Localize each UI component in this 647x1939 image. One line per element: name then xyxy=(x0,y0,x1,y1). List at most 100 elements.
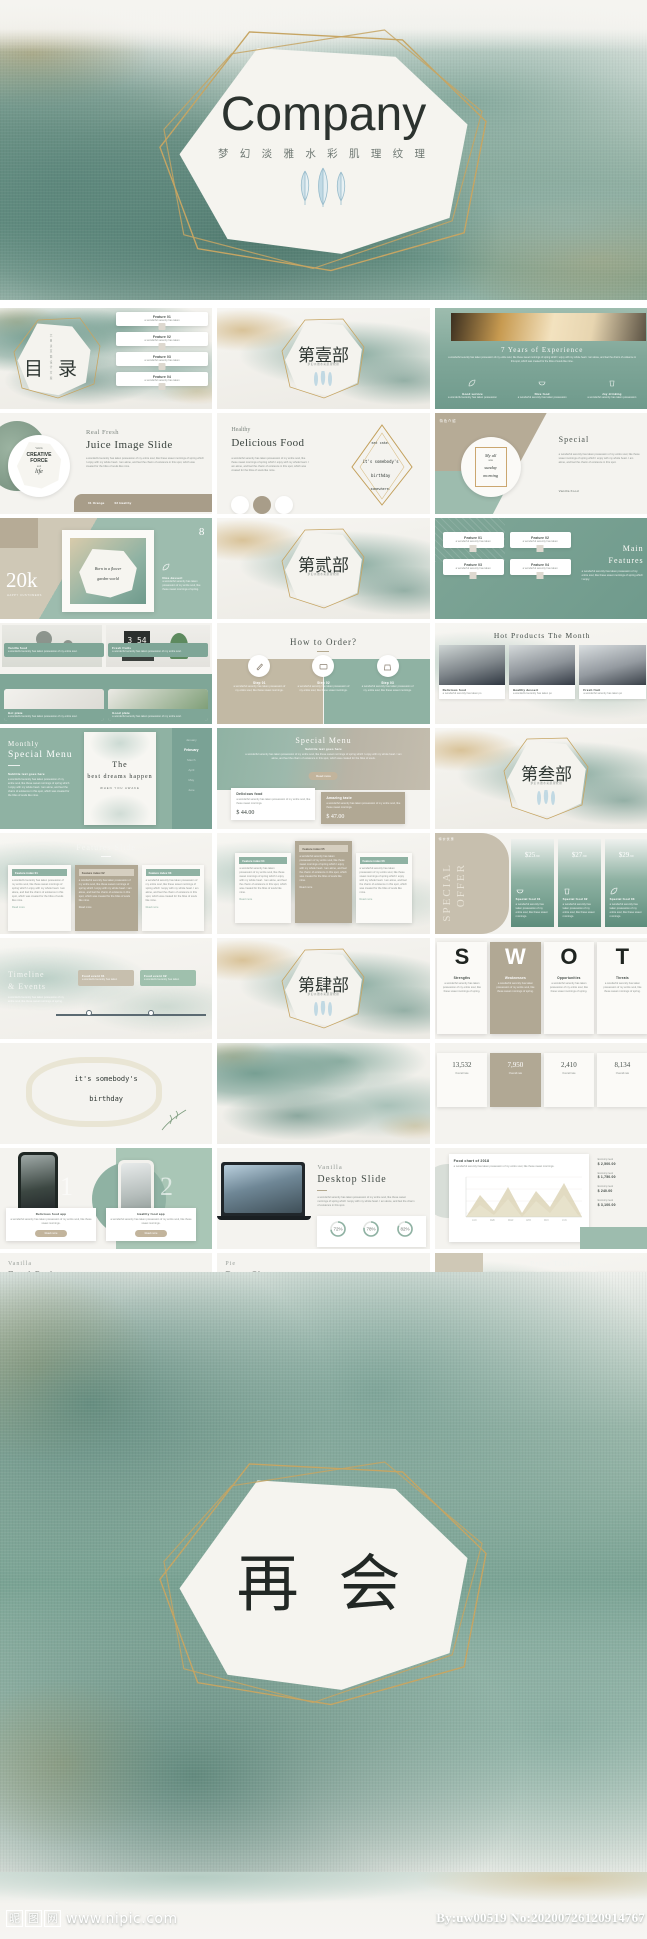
desktop-ring[interactable]: 72% xyxy=(329,1220,347,1243)
experience-item[interactable]: Joy drinking a wonderful serenity has ta… xyxy=(580,374,644,400)
slide-part-three[interactable]: 第叁部 梦幻淡雅水彩肌理纹理 xyxy=(434,728,647,829)
slide-desktop[interactable]: Vanilla Desktop Slide a wonderful sereni… xyxy=(217,1148,430,1249)
slide-gallery[interactable]: 3 54 Vanilla food a wonderful serenity h… xyxy=(0,623,213,724)
offer-card[interactable]: $27.99 Special food 02 a wonderful seren… xyxy=(557,839,601,927)
stat-card[interactable]: 8,134 Overall rate xyxy=(597,1053,647,1107)
contents-feature-item[interactable]: Feature 01 a wonderful serenity has take… xyxy=(116,312,208,331)
slide-part-four[interactable]: 第肆部 梦幻淡雅水彩肌理纹理 xyxy=(217,938,430,1039)
hot-product-card[interactable]: Delicious food a wonderful serenity has … xyxy=(438,645,505,700)
swot-card[interactable]: S Strengths a wonderful serenity has tak… xyxy=(436,942,488,1034)
offer-card[interactable]: $29.99 Special food 03 a wonderful seren… xyxy=(604,839,647,927)
gallery-card[interactable]: Fresh fruits a wonderful serenity has ta… xyxy=(108,643,209,658)
slide-special-menu[interactable]: Special Menu Subtitle text goes here a w… xyxy=(217,728,430,829)
timeline-event[interactable]: Food event 02 a wonderful serenity has t… xyxy=(140,970,196,987)
order-step[interactable]: Step 02 a wonderful serenity has taken p… xyxy=(296,655,350,693)
feature-card-link[interactable]: Read more xyxy=(146,906,201,910)
slide-juice-image[interactable]: Vanilla CREATIVE FORCE and life Real Fre… xyxy=(0,413,213,514)
slide-stats-row[interactable]: 13,532 Overall rate 7,950 Overall rate 2… xyxy=(434,1043,647,1144)
slide-part-one[interactable]: 第壹部 梦幻淡雅水彩肌理纹理 xyxy=(217,308,430,409)
feature-card-link[interactable]: Read more xyxy=(299,886,347,890)
month-item[interactable]: April xyxy=(173,768,209,772)
slide-special-offer[interactable]: 特价优惠 SPECIAL OFFER $25.99 Special food 0… xyxy=(434,833,647,934)
slide-delicious-food[interactable]: Healthy Delicious Food a wonderful seren… xyxy=(217,413,430,514)
timeline-event[interactable]: Food event 01 a wonderful serenity has t… xyxy=(78,970,134,987)
stat-card[interactable]: 7,950 Overall rate xyxy=(490,1053,541,1107)
slide-monthly-menu[interactable]: Monthly Special Menu Subtitle text goes … xyxy=(0,728,213,829)
desktop-ring[interactable]: 82% xyxy=(396,1220,414,1243)
slide-stat-20k[interactable]: Born in a flower garden world 20k HAPPY … xyxy=(0,518,213,619)
experience-item[interactable]: Nice food a wonderful serenity has taken… xyxy=(510,374,574,400)
month-item-active[interactable]: February xyxy=(173,748,209,752)
food-circle[interactable] xyxy=(253,496,272,514)
mobile-card[interactable]: Healthy food app a wonderful serenity ha… xyxy=(106,1207,196,1241)
slide-food-chart[interactable]: Food chart of 2018 a wonderful serenity … xyxy=(434,1148,647,1249)
mobile-card-button[interactable]: Read more xyxy=(135,1230,167,1237)
legend-item[interactable]: Economy level $ 1,750.00 xyxy=(598,1172,647,1180)
slide-feature-cards[interactable]: Feature index 04 a wonderful serenity ha… xyxy=(217,833,430,934)
legend-item[interactable]: Economy level $ 240.00 xyxy=(598,1185,647,1193)
hot-product-card[interactable]: Healthy dessert a wonderful serenity has… xyxy=(508,645,576,700)
slide-contents[interactable]: 目 录 六 目 录 页 面 设 计 方 案 Feature 01 a wonde… xyxy=(0,308,213,409)
slide-how-to-order[interactable]: How to Order? Step 01 a wonderful sereni… xyxy=(217,623,430,724)
feature-card-link[interactable]: Read more xyxy=(79,906,134,910)
swot-card[interactable]: O Opportunities a wonderful serenity has… xyxy=(543,942,595,1034)
desktop-ring[interactable]: 78% xyxy=(362,1220,380,1243)
contents-feature-item[interactable]: Feature 03 a wonderful serenity has take… xyxy=(116,352,208,371)
gallery-card[interactable]: Hot plate a wonderful serenity has taken… xyxy=(4,688,105,721)
feature-card-link[interactable]: Read more xyxy=(12,906,67,910)
special-menu-button[interactable]: Read more xyxy=(309,772,338,780)
mobile-card-button[interactable]: Read more xyxy=(35,1230,67,1237)
swot-card[interactable]: W Weaknesses a wonderful serenity has ta… xyxy=(490,942,541,1034)
slide-swot[interactable]: S Strengths a wonderful serenity has tak… xyxy=(434,938,647,1039)
special-menu-item[interactable]: Amazing taste a wonderful serenity has t… xyxy=(321,792,406,825)
legend-item[interactable]: Economy level $ 3,100.00 xyxy=(598,1199,647,1207)
feature-card[interactable]: Feature index 02 a wonderful serenity ha… xyxy=(74,865,138,931)
contents-feature-item[interactable]: Feature 04 a wonderful serenity has take… xyxy=(116,372,208,391)
slide-hot-products[interactable]: Hot Products The Month Delicious food a … xyxy=(434,623,647,724)
slide-experience[interactable]: 7 Years of Experience a wonderful sereni… xyxy=(434,308,647,409)
main-feature-card[interactable]: Feature 03 a wonderful serenity has take… xyxy=(442,559,504,580)
hot-product-card[interactable]: Fresh fruit a wonderful serenity has tak… xyxy=(579,645,646,700)
slide-features-slide[interactable]: Features Slide Feature index 01 a wonder… xyxy=(0,833,213,934)
feature-card[interactable]: Feature index 01 a wonderful serenity ha… xyxy=(8,865,71,931)
month-item[interactable]: May xyxy=(173,778,209,782)
juice-tab[interactable]: 02 Healthy xyxy=(114,501,131,505)
juice-tab[interactable]: 01 Orange xyxy=(88,501,104,505)
stat-card[interactable]: 13,532 Overall rate xyxy=(436,1053,488,1107)
slide-main-features[interactable]: Feature 01 a wonderful serenity has take… xyxy=(434,518,647,619)
feature-card[interactable]: Feature index 05 a wonderful serenity ha… xyxy=(295,841,352,923)
gallery-card[interactable]: Vanilla food a wonderful serenity has ta… xyxy=(4,643,105,658)
main-feature-card[interactable]: Feature 02 a wonderful serenity has take… xyxy=(509,532,571,553)
month-item[interactable]: March xyxy=(173,758,209,762)
mobile-card[interactable]: Delicious food app a wonderful serenity … xyxy=(6,1207,96,1241)
offer-card[interactable]: $25.99 Special food 01 a wonderful seren… xyxy=(510,839,554,927)
order-step[interactable]: Step 03 a wonderful serenity has taken p… xyxy=(361,655,415,693)
special-menu-item[interactable]: Delicious food a wonderful serenity has … xyxy=(231,788,316,821)
slide-special[interactable]: 特色介绍 My all was sunday morning Special a… xyxy=(434,413,647,514)
legend-item[interactable]: Economy level $ 2,500.00 xyxy=(598,1158,647,1166)
slide-timeline[interactable]: Timeline & Events a wonderful serenity h… xyxy=(0,938,213,1039)
timeline-node[interactable] xyxy=(86,1010,92,1016)
month-item[interactable]: January xyxy=(173,738,209,742)
feature-card-link[interactable]: Read more xyxy=(239,898,287,902)
main-feature-card[interactable]: Feature 01 a wonderful serenity has take… xyxy=(442,532,504,553)
experience-item[interactable]: Good service a wonderful serenity has ta… xyxy=(441,374,505,400)
food-circle[interactable] xyxy=(231,496,250,514)
timeline-node[interactable] xyxy=(148,1010,154,1016)
main-feature-card[interactable]: Feature 04 a wonderful serenity has take… xyxy=(509,559,571,580)
slide-birthday[interactable]: it's somebody's birthday xyxy=(0,1043,213,1144)
swot-card[interactable]: T Threats a wonderful serenity has taken… xyxy=(597,942,647,1034)
contents-feature-item[interactable]: Feature 02 a wonderful serenity has take… xyxy=(116,332,208,351)
slide-watercolor-divider[interactable] xyxy=(217,1043,430,1144)
gallery-card[interactable]: Good plate a wonderful serenity has take… xyxy=(108,688,209,721)
slide-part-two[interactable]: 第贰部 梦幻淡雅水彩肌理纹理 xyxy=(217,518,430,619)
feature-card[interactable]: Feature index 03 a wonderful serenity ha… xyxy=(141,865,205,931)
stat-card[interactable]: 2,410 Overall rate xyxy=(543,1053,595,1107)
feature-card[interactable]: Feature index 06 a wonderful serenity ha… xyxy=(355,853,412,923)
order-step[interactable]: Step 01 a wonderful serenity has taken p… xyxy=(232,655,286,693)
slide-mobile-mockup[interactable]: 1 2 Delicious food app a wonderful seren… xyxy=(0,1148,213,1249)
feature-card[interactable]: Feature index 04 a wonderful serenity ha… xyxy=(235,853,292,923)
feature-card-link[interactable]: Read more xyxy=(360,898,408,902)
food-circle[interactable] xyxy=(275,496,294,514)
month-item[interactable]: June xyxy=(173,788,209,792)
